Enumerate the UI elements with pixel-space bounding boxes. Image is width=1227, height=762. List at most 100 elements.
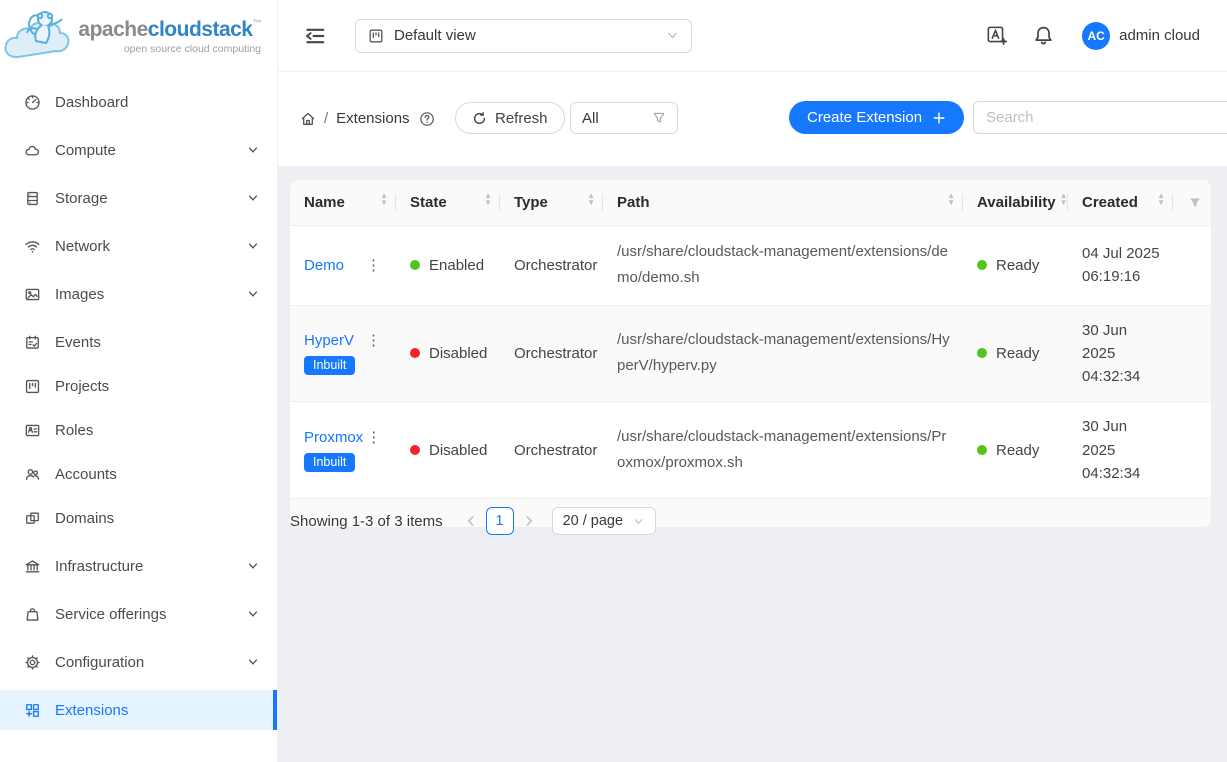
sidebar-item-storage[interactable]: Storage: [0, 178, 277, 218]
column-label: Path: [617, 194, 943, 211]
next-page-icon[interactable]: [523, 515, 535, 527]
row-actions-more-icon[interactable]: ⋮: [363, 429, 384, 446]
create-extension-button[interactable]: Create Extension: [789, 101, 964, 134]
sidebar-item-infrastructure[interactable]: Infrastructure: [0, 546, 277, 586]
sort-carets-icon: ▲▼: [380, 196, 388, 210]
name-cell: Demo ⋮: [290, 226, 396, 305]
sort-carets-icon: ▲▼: [1060, 196, 1068, 210]
sort-carets-icon: ▲▼: [587, 196, 595, 210]
path-cell: /usr/share/cloudstack-management/extensi…: [603, 402, 963, 498]
sidebar-item-label: Storage: [55, 190, 247, 207]
created-cell: 30 Jun 2025 04:32:34: [1068, 402, 1173, 498]
created-date: 04 Jul 2025: [1082, 242, 1163, 265]
sort-carets-icon: ▲▼: [947, 196, 955, 210]
sidebar-item-projects[interactable]: Projects: [0, 366, 277, 406]
availability-status-dot: [977, 260, 987, 270]
type-cell: Orchestrator: [500, 226, 603, 305]
column-label: Created: [1082, 194, 1153, 211]
sidebar-item-service-offerings[interactable]: Service offerings: [0, 594, 277, 634]
type-cell: Orchestrator: [500, 306, 603, 402]
toolbar-section: / Extensions Refresh All: [278, 72, 1227, 166]
column-label: Name: [304, 194, 376, 211]
cloud-icon: [24, 142, 41, 159]
column-label: Type: [514, 194, 583, 211]
column-header-created[interactable]: Created ▲▼: [1068, 180, 1173, 225]
user-name[interactable]: admin cloud: [1119, 27, 1200, 44]
help-question-icon[interactable]: [419, 111, 435, 127]
availability-label: Ready: [996, 442, 1039, 459]
project-view-select-value: Default view: [394, 27, 666, 44]
menu-fold-icon[interactable]: [304, 25, 326, 47]
user-avatar[interactable]: AC: [1082, 22, 1110, 50]
home-icon[interactable]: [300, 111, 316, 127]
table-body: Demo ⋮ Enabled Orchestrator /usr/share/c…: [290, 226, 1211, 499]
chevron-down-icon: [247, 192, 259, 204]
column-header-state[interactable]: State▲▼: [396, 180, 500, 225]
sidebar-item-domains[interactable]: Domains: [0, 498, 277, 538]
row-actions-more-icon[interactable]: ⋮: [363, 257, 384, 274]
path-cell: /usr/share/cloudstack-management/extensi…: [603, 306, 963, 402]
sidebar-item-compute[interactable]: Compute: [0, 130, 277, 170]
row-actions-more-icon[interactable]: ⋮: [363, 332, 384, 349]
previous-page-icon[interactable]: [465, 515, 477, 527]
column-header-path[interactable]: Path ▲▼: [603, 180, 963, 225]
type-label: Orchestrator: [514, 442, 593, 459]
sidebar-item-label: Network: [55, 238, 247, 255]
table-row-proxmox: Proxmox ⋮ Inbuilt Disabled Orchestrator …: [290, 402, 1211, 499]
state-label: Enabled: [429, 257, 484, 274]
funnel-filter-icon: [652, 111, 666, 125]
chevron-down-icon: [247, 144, 259, 156]
column-header-type[interactable]: Type ▲▼: [500, 180, 603, 225]
extension-name-link[interactable]: Proxmox: [304, 429, 363, 446]
page-size-select[interactable]: 20 / page: [552, 507, 656, 535]
column-header-name[interactable]: Name ▲▼: [290, 180, 396, 225]
column-header-availability[interactable]: Availability ▲▼: [963, 180, 1068, 225]
extension-name-link[interactable]: Demo: [304, 257, 344, 274]
sidebar-item-configuration[interactable]: Configuration: [0, 642, 277, 682]
availability-cell: Ready: [963, 306, 1068, 402]
sidebar-item-network[interactable]: Network: [0, 226, 277, 266]
dashboard-icon: [24, 94, 41, 111]
sidebar-item-images[interactable]: Images: [0, 274, 277, 314]
project-icon: [368, 28, 384, 44]
sort-carets-icon: ▲▼: [1157, 196, 1165, 210]
path-text: /usr/share/cloudstack-management/extensi…: [617, 327, 953, 380]
schedule-icon: [24, 334, 41, 351]
type-label: Orchestrator: [514, 257, 593, 274]
language-icon[interactable]: [986, 25, 1007, 46]
app-logo: apachecloudstack™ open source cloud comp…: [0, 0, 277, 72]
sidebar-item-roles[interactable]: Roles: [0, 410, 277, 450]
sidebar-item-label: Domains: [55, 510, 259, 527]
sidebar-item-extensions[interactable]: Extensions: [0, 690, 277, 730]
picture-icon: [24, 286, 41, 303]
bank-icon: [24, 558, 41, 575]
project-view-select[interactable]: Default view: [355, 19, 692, 53]
breadcrumb: / Extensions: [300, 110, 435, 127]
availability-status-dot: [977, 348, 987, 358]
availability-label: Ready: [996, 257, 1039, 274]
sidebar-item-accounts[interactable]: Accounts: [0, 454, 277, 494]
table-header-row: Name▲▼State▲▼Type▲▼Path▲▼Availability▲▼C…: [290, 180, 1211, 226]
extension-name-link[interactable]: HyperV: [304, 332, 354, 349]
breadcrumb-current[interactable]: Extensions: [336, 110, 409, 127]
name-cell: HyperV ⋮ Inbuilt: [290, 306, 396, 402]
sidebar-item-label: Compute: [55, 142, 247, 159]
refresh-button[interactable]: Refresh: [455, 102, 565, 134]
inbuilt-badge: Inbuilt: [304, 453, 355, 472]
sidebar-item-label: Accounts: [55, 466, 259, 483]
sidebar-item-dashboard[interactable]: Dashboard: [0, 82, 277, 122]
search-input[interactable]: [973, 101, 1227, 134]
sidebar-item-events[interactable]: Events: [0, 322, 277, 362]
chevron-down-icon: [666, 29, 679, 42]
sidebar-item-label: Extensions: [55, 702, 259, 719]
chevron-down-icon: [247, 608, 259, 620]
filter-select[interactable]: All: [570, 102, 678, 134]
column-header-filter[interactable]: [1173, 180, 1211, 225]
notifications-bell-icon[interactable]: [1033, 25, 1054, 46]
availability-cell: Ready: [963, 402, 1068, 498]
page-number-button[interactable]: 1: [486, 507, 514, 535]
created-cell: 04 Jul 2025 06:19:16: [1068, 226, 1173, 305]
column-label: Availability: [977, 194, 1056, 211]
pagination-summary: Showing 1-3 of 3 items: [290, 513, 443, 530]
chevron-down-icon: [633, 516, 644, 527]
